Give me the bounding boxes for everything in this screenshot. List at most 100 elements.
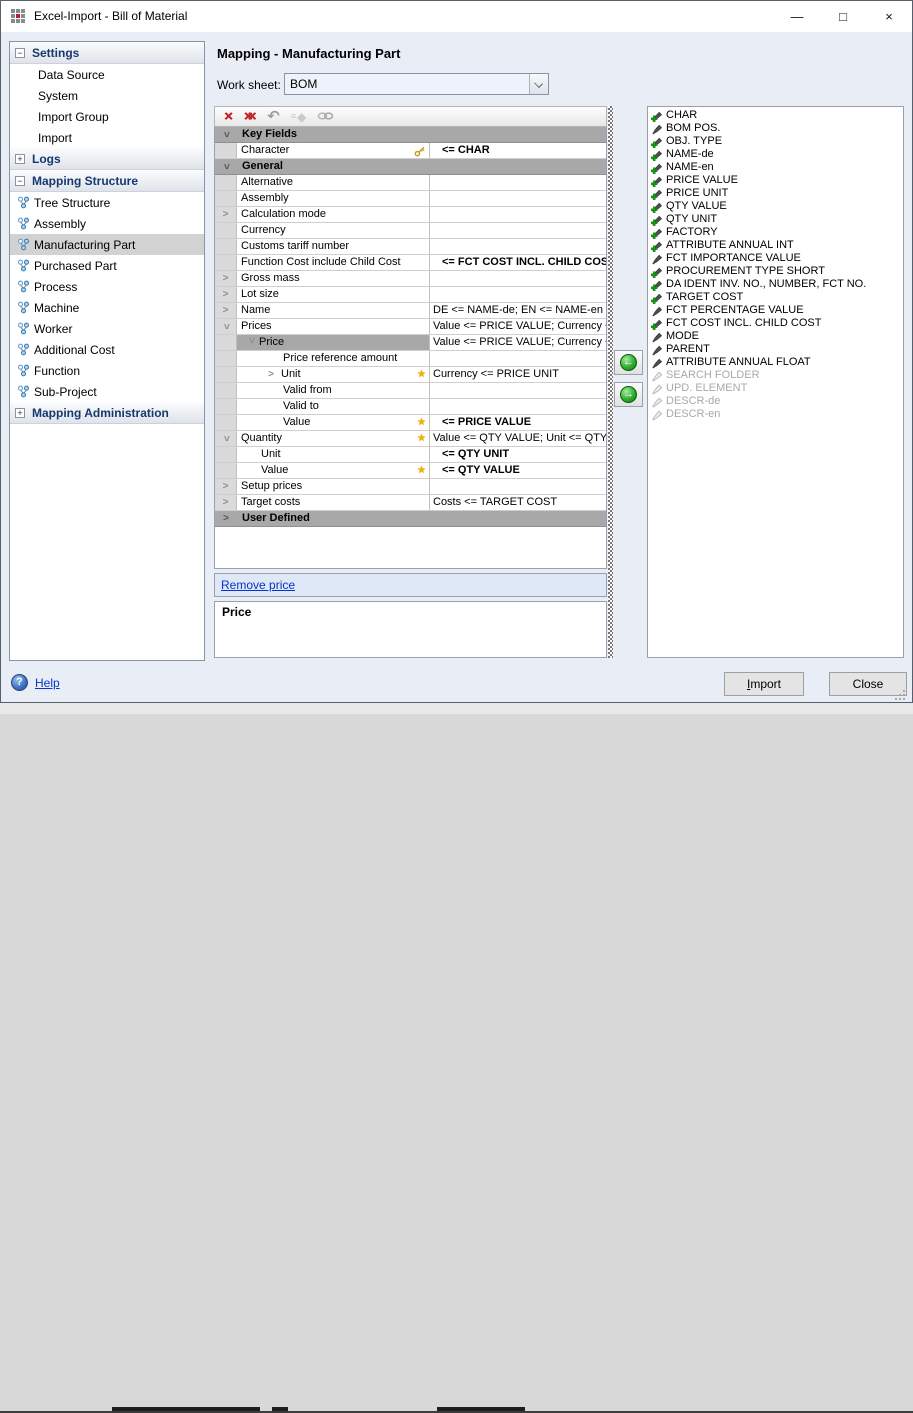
sidebar-section-mapping-administration[interactable]: +Mapping Administration	[10, 402, 204, 424]
sidebar-item-function[interactable]: Function	[10, 360, 204, 381]
row-expander[interactable]: >	[215, 303, 237, 318]
chevron-down-icon[interactable]: >	[244, 335, 259, 350]
mapping-section-user-defined[interactable]: >User Defined	[215, 511, 606, 527]
import-button[interactable]: Import	[724, 672, 804, 696]
field-list-item-name-de[interactable]: NAME-de	[648, 148, 903, 161]
help-link[interactable]: Help	[35, 676, 60, 690]
sidebar-item-process[interactable]: Process	[10, 276, 204, 297]
mapping-row-prices[interactable]: >PricesValue <= PRICE VALUE; Currency <=…	[215, 319, 606, 335]
mapping-section-key-fields[interactable]: >Key Fields	[215, 127, 606, 143]
mapping-value[interactable]: Value <= PRICE VALUE; Currency <= PRICE …	[430, 319, 606, 334]
mapping-row-alternative[interactable]: Alternative	[215, 175, 606, 191]
sidebar-item-worker[interactable]: Worker	[10, 318, 204, 339]
row-expander[interactable]	[215, 335, 237, 350]
sidebar-item-data-source[interactable]: Data Source	[10, 64, 204, 85]
row-expander[interactable]: >	[215, 287, 237, 302]
chevron-down-icon[interactable]	[529, 74, 548, 94]
row-expander[interactable]: >	[215, 159, 237, 174]
field-list-item-obj-type[interactable]: OBJ. TYPE	[648, 135, 903, 148]
mapping-value[interactable]	[430, 191, 606, 206]
field-list-item-price-unit[interactable]: PRICE UNIT	[648, 187, 903, 200]
mapping-row-character[interactable]: Character<= CHAR	[215, 143, 606, 159]
mapping-value[interactable]: Value <= PRICE VALUE; Currency <= PRICE …	[430, 335, 606, 350]
mapping-value[interactable]: DE <= NAME-de; EN <= NAME-en	[430, 303, 606, 318]
row-expander[interactable]: >	[215, 431, 237, 446]
field-list-item-mode[interactable]: MODE	[648, 330, 903, 343]
row-expander[interactable]: >	[215, 479, 237, 494]
row-expander[interactable]: >	[215, 207, 237, 222]
mapping-row-lot-size[interactable]: >Lot size	[215, 287, 606, 303]
mapping-value[interactable]: Costs <= TARGET COST	[430, 495, 606, 510]
mapping-row-value[interactable]: Value★<= PRICE VALUE	[215, 415, 606, 431]
mapping-row-gross-mass[interactable]: >Gross mass	[215, 271, 606, 287]
sidebar-section-mapping-structure[interactable]: −Mapping Structure	[10, 170, 204, 192]
field-list-item-parent[interactable]: PARENT	[648, 343, 903, 356]
mapping-row-price-reference-amount[interactable]: Price reference amount	[215, 351, 606, 367]
mapping-row-unit[interactable]: >Unit★Currency <= PRICE UNIT	[215, 367, 606, 383]
mapping-value[interactable]	[430, 239, 606, 254]
field-list-item-da-ident-inv-no-number-fct-no[interactable]: DA IDENT INV. NO., NUMBER, FCT NO.	[648, 278, 903, 291]
mapping-value[interactable]	[430, 479, 606, 494]
mapping-row-valid-from[interactable]: Valid from	[215, 383, 606, 399]
mapping-row-setup-prices[interactable]: >Setup prices	[215, 479, 606, 495]
delete-mapping-button[interactable]: ×	[224, 109, 233, 124]
remove-price-link[interactable]: Remove price	[221, 578, 295, 592]
row-expander[interactable]: >	[215, 319, 237, 334]
sidebar-section-settings[interactable]: −Settings	[10, 42, 204, 64]
mapping-row-name[interactable]: >NameDE <= NAME-de; EN <= NAME-en	[215, 303, 606, 319]
mapping-section-general[interactable]: >General	[215, 159, 606, 175]
sidebar-item-machine[interactable]: Machine	[10, 297, 204, 318]
field-list-item-factory[interactable]: FACTORY	[648, 226, 903, 239]
mapping-row-valid-to[interactable]: Valid to	[215, 399, 606, 415]
mapping-value[interactable]	[430, 399, 606, 414]
sidebar-item-manufacturing-part[interactable]: Manufacturing Part	[10, 234, 204, 255]
mapping-row-quantity[interactable]: >Quantity★Value <= QTY VALUE; Unit <= QT…	[215, 431, 606, 447]
collapse-icon[interactable]: −	[15, 176, 25, 186]
delete-all-mappings-button[interactable]: ××	[244, 109, 257, 124]
field-list-item-fct-percentage-value[interactable]: FCT PERCENTAGE VALUE	[648, 304, 903, 317]
field-list-item-procurement-type-short[interactable]: PROCUREMENT TYPE SHORT	[648, 265, 903, 278]
sidebar-item-import-group[interactable]: Import Group	[10, 106, 204, 127]
maximize-button[interactable]: □	[820, 1, 866, 32]
field-list-item-char[interactable]: CHAR	[648, 109, 903, 122]
expand-icon[interactable]: +	[15, 154, 25, 164]
row-expander[interactable]: >	[215, 271, 237, 286]
field-list-item-qty-value[interactable]: QTY VALUE	[648, 200, 903, 213]
mapping-value[interactable]	[430, 351, 606, 366]
minimize-button[interactable]: —	[774, 1, 820, 32]
mapping-value[interactable]	[430, 207, 606, 222]
mapping-value[interactable]	[430, 271, 606, 286]
row-expander[interactable]: >	[215, 511, 237, 526]
field-list-item-target-cost[interactable]: TARGET COST	[648, 291, 903, 304]
move-field-right-button[interactable]: →	[614, 382, 643, 407]
field-list-item-price-value[interactable]: PRICE VALUE	[648, 174, 903, 187]
collapse-icon[interactable]: −	[15, 48, 25, 58]
sidebar-item-sub-project[interactable]: Sub-Project	[10, 381, 204, 402]
sidebar-item-assembly[interactable]: Assembly	[10, 213, 204, 234]
sidebar-item-system[interactable]: System	[10, 85, 204, 106]
row-expander[interactable]: >	[215, 495, 237, 510]
sidebar-item-additional-cost[interactable]: Additional Cost	[10, 339, 204, 360]
resize-grip[interactable]	[894, 690, 906, 700]
sidebar-item-tree-structure[interactable]: Tree Structure	[10, 192, 204, 213]
field-list-item-name-en[interactable]: NAME-en	[648, 161, 903, 174]
mapping-row-function-cost-include-child-cost[interactable]: Function Cost include Child Cost<= FCT C…	[215, 255, 606, 271]
mapping-row-value[interactable]: Value★<= QTY VALUE	[215, 463, 606, 479]
mapping-value[interactable]	[430, 287, 606, 302]
mapping-value[interactable]: Value <= QTY VALUE; Unit <= QTY UNIT	[430, 431, 606, 446]
field-list-item-qty-unit[interactable]: QTY UNIT	[648, 213, 903, 226]
close-button[interactable]: ×	[866, 1, 912, 32]
field-list-item-attribute-annual-int[interactable]: ATTRIBUTE ANNUAL INT	[648, 239, 903, 252]
mapping-value[interactable]: <= FCT COST INCL. CHILD COST	[430, 255, 606, 270]
row-expander[interactable]: >	[215, 127, 237, 142]
mapping-value[interactable]: Currency <= PRICE UNIT	[430, 367, 606, 382]
field-list-item-fct-cost-incl-child-cost[interactable]: FCT COST INCL. CHILD COST	[648, 317, 903, 330]
mapping-row-assembly[interactable]: Assembly	[215, 191, 606, 207]
sidebar-item-purchased-part[interactable]: Purchased Part	[10, 255, 204, 276]
mapping-section-price[interactable]: >PriceValue <= PRICE VALUE; Currency <= …	[215, 335, 606, 351]
worksheet-combobox[interactable]: BOM	[284, 73, 549, 95]
field-list-item-fct-importance-value[interactable]: FCT IMPORTANCE VALUE	[648, 252, 903, 265]
mapping-row-currency[interactable]: Currency	[215, 223, 606, 239]
mapping-value[interactable]	[430, 383, 606, 398]
help-icon[interactable]: ?	[11, 674, 28, 691]
